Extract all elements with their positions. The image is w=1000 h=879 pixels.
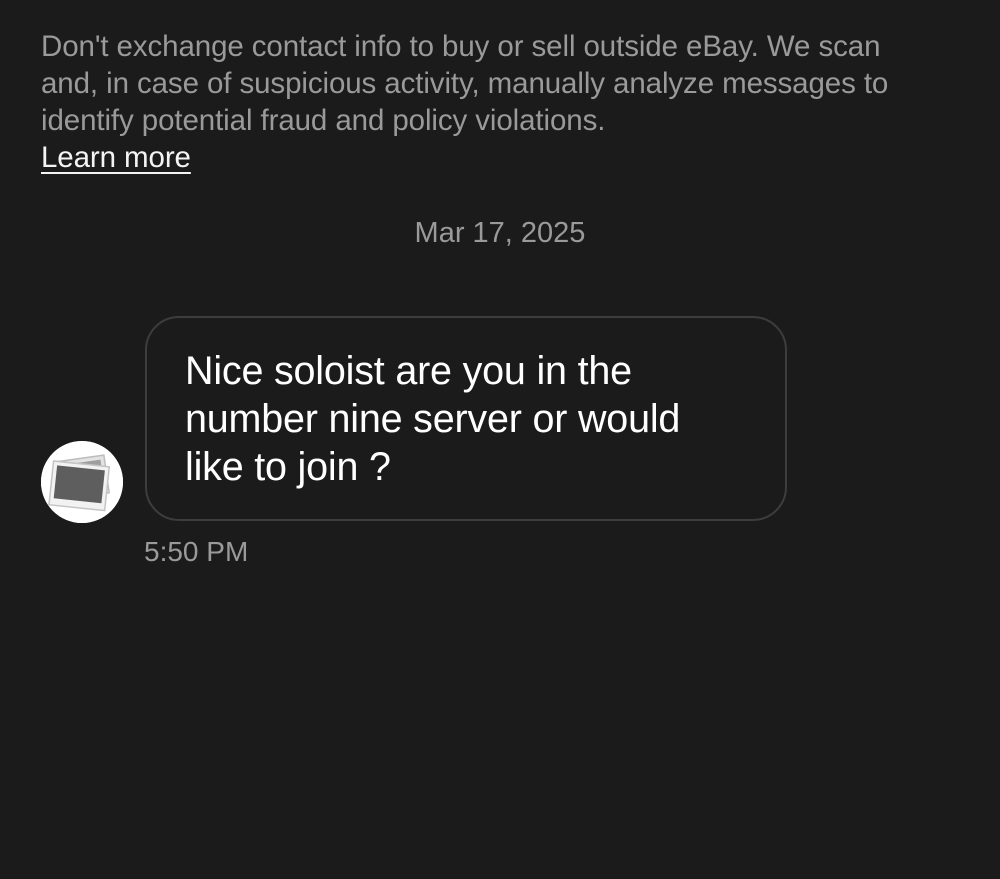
message-text: Nice soloist are you in the number nine … xyxy=(185,349,681,489)
policy-notice: Don't exchange contact info to buy or se… xyxy=(41,28,941,176)
image-placeholder-icon xyxy=(41,441,123,523)
date-separator: Mar 17, 2025 xyxy=(414,217,586,249)
message-bubble[interactable]: Nice soloist are you in the number nine … xyxy=(145,316,787,521)
policy-notice-text: Don't exchange contact info to buy or se… xyxy=(41,30,889,137)
learn-more-link[interactable]: Learn more xyxy=(41,139,191,176)
avatar[interactable] xyxy=(41,441,123,523)
message-timestamp: 5:50 PM xyxy=(144,536,249,567)
